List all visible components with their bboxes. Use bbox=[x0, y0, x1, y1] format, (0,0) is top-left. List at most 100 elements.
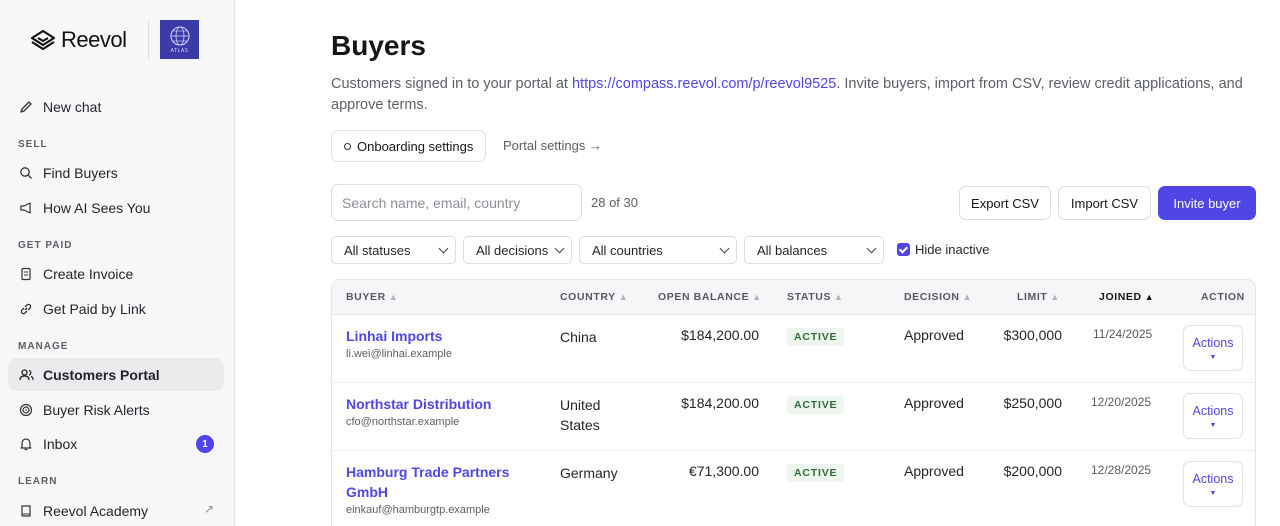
open-balance-cell: $184,200.00 bbox=[681, 395, 759, 411]
section-label-manage: MANAGE bbox=[18, 341, 69, 352]
header-label: COUNTRY bbox=[560, 291, 616, 303]
megaphone-icon bbox=[18, 200, 34, 216]
page-subtitle: Customers signed in to your portal at ht… bbox=[331, 74, 1261, 116]
results-count: 28 of 30 bbox=[591, 195, 638, 210]
joined-cell: 12/20/2025 bbox=[1091, 395, 1152, 409]
decision-cell: Approved bbox=[904, 463, 964, 479]
buyers-table: BUYER ▲ COUNTRY ▲ OPEN BALANCE ▲ STATUS ▲ DE… bbox=[331, 279, 1256, 526]
sidebar-item-label: Inbox bbox=[43, 435, 78, 452]
page-title: Buyers bbox=[331, 30, 426, 61]
subtitle-text: Customers signed in to your portal at bbox=[331, 76, 572, 92]
sidebar-item-inbox[interactable]: Inbox 1 bbox=[8, 427, 224, 460]
link-icon bbox=[18, 301, 34, 317]
actions-button[interactable]: Actions ▼ bbox=[1183, 393, 1243, 439]
header-label: OPEN BALANCE bbox=[658, 291, 750, 303]
sidebar-item-find-buyers[interactable]: Find Buyers bbox=[8, 156, 224, 189]
sidebar: Reevol ATLAS New chat SELL Find Buyers H… bbox=[0, 0, 235, 526]
partner-logo-text: ATLAS bbox=[170, 48, 189, 54]
sidebar-item-label: Create Invoice bbox=[43, 265, 134, 282]
sort-icon: ▲ bbox=[388, 292, 399, 302]
column-header-joined[interactable]: JOINED ▲ bbox=[1099, 291, 1154, 303]
country-filter-select[interactable]: All countries bbox=[579, 236, 737, 264]
hide-inactive-label[interactable]: Hide inactive bbox=[915, 242, 989, 257]
status-badge: ACTIVE bbox=[787, 396, 845, 414]
header-label: JOINED bbox=[1099, 291, 1142, 303]
section-label-sell: SELL bbox=[18, 139, 48, 150]
sidebar-item-get-paid-by-link[interactable]: Get Paid by Link bbox=[8, 292, 224, 325]
document-icon bbox=[18, 266, 34, 282]
sidebar-item-label: Buyer Risk Alerts bbox=[43, 401, 150, 418]
buyer-email: li.wei@linhai.example bbox=[346, 348, 452, 360]
actions-button-label: Actions bbox=[1192, 403, 1234, 418]
column-header-open-balance[interactable]: OPEN BALANCE ▲ bbox=[658, 291, 762, 303]
section-label-get-paid: GET PAID bbox=[18, 240, 73, 251]
actions-button-label: Actions bbox=[1192, 335, 1234, 350]
brand-name: Reevol bbox=[61, 27, 127, 52]
reevol-logo-icon bbox=[31, 30, 55, 50]
buyer-name-link[interactable]: Northstar Distribution bbox=[346, 394, 491, 414]
bell-icon bbox=[18, 436, 34, 452]
header-label: STATUS bbox=[787, 291, 832, 303]
sort-icon: ▲ bbox=[1050, 292, 1060, 302]
sort-icon: ▲ bbox=[618, 292, 629, 302]
decision-cell: Approved bbox=[904, 327, 964, 343]
header-label: DECISION bbox=[904, 291, 960, 303]
decision-filter-select[interactable]: All decisions bbox=[463, 236, 572, 264]
buyer-cell: Northstar Distribution cfo@northstar.exa… bbox=[346, 394, 491, 428]
table-header: BUYER ▲ COUNTRY ▲ OPEN BALANCE ▲ STATUS ▲ DE… bbox=[332, 280, 1255, 315]
sidebar-item-label: Find Buyers bbox=[43, 164, 118, 181]
status-filter-select[interactable]: All statuses bbox=[331, 236, 456, 264]
invite-buyer-button[interactable]: Invite buyer bbox=[1158, 186, 1256, 220]
country-cell: Germany bbox=[560, 465, 618, 481]
section-label-learn: LEARN bbox=[18, 476, 58, 487]
buyer-name-link[interactable]: Linhai Imports bbox=[346, 326, 452, 346]
column-header-decision[interactable]: DECISION ▲ bbox=[904, 291, 972, 303]
sidebar-item-new-chat[interactable]: New chat bbox=[8, 90, 224, 123]
limit-cell: $300,000 bbox=[1003, 327, 1062, 343]
actions-button[interactable]: Actions ▼ bbox=[1183, 461, 1243, 507]
hide-inactive-checkbox[interactable] bbox=[897, 243, 910, 256]
buyer-email: einkauf@hamburgtp.example bbox=[346, 504, 490, 516]
search-icon bbox=[18, 165, 34, 181]
pencil-icon bbox=[18, 99, 34, 115]
column-header-limit[interactable]: LIMIT ▲ bbox=[1017, 291, 1060, 303]
export-csv-button[interactable]: Export CSV bbox=[959, 186, 1051, 220]
country-filter-value: All countries bbox=[592, 242, 663, 258]
chevron-down-icon bbox=[719, 243, 730, 254]
sidebar-item-label: Reevol Academy bbox=[43, 502, 149, 519]
sidebar-item-label: Get Paid by Link bbox=[43, 300, 146, 317]
balance-filter-value: All balances bbox=[757, 242, 828, 258]
column-header-status[interactable]: STATUS ▲ bbox=[787, 291, 844, 303]
buyer-name-link[interactable]: Hamburg Trade Partners GmbH bbox=[346, 462, 526, 502]
portal-url-link[interactable]: https://compass.reevol.com/p/reevol9525 bbox=[572, 76, 836, 92]
sort-icon: ▲ bbox=[962, 292, 973, 302]
decision-filter-value: All decisions bbox=[476, 242, 549, 258]
caret-down-icon: ▼ bbox=[1209, 489, 1217, 497]
partner-logo: ATLAS bbox=[160, 20, 199, 59]
brand-logo[interactable]: Reevol bbox=[31, 20, 127, 60]
balance-filter-select[interactable]: All balances bbox=[744, 236, 884, 264]
header-label: ACTION bbox=[1201, 291, 1245, 303]
sidebar-item-customers-portal[interactable]: Customers Portal bbox=[8, 358, 224, 391]
header-label: BUYER bbox=[346, 291, 386, 303]
column-header-buyer[interactable]: BUYER ▲ bbox=[346, 291, 398, 303]
buyer-cell: Hamburg Trade Partners GmbH einkauf@hamb… bbox=[346, 462, 546, 516]
sidebar-item-buyer-risk-alerts[interactable]: Buyer Risk Alerts bbox=[8, 393, 224, 426]
brand-divider bbox=[148, 20, 149, 60]
sort-icon: ▲ bbox=[752, 292, 762, 302]
sidebar-item-how-ai-sees-you[interactable]: How AI Sees You bbox=[8, 191, 224, 224]
portal-settings-link[interactable]: Portal settings → bbox=[503, 138, 602, 153]
open-balance-cell: €71,300.00 bbox=[688, 463, 759, 479]
sidebar-item-reevol-academy[interactable]: Reevol Academy ↗ bbox=[8, 494, 224, 526]
search-input[interactable] bbox=[331, 184, 582, 221]
import-csv-button[interactable]: Import CSV bbox=[1058, 186, 1151, 220]
target-icon bbox=[18, 402, 34, 418]
column-header-country[interactable]: COUNTRY ▲ bbox=[560, 291, 628, 303]
limit-cell: $250,000 bbox=[1003, 395, 1062, 411]
actions-button[interactable]: Actions ▼ bbox=[1183, 325, 1243, 371]
chevron-down-icon bbox=[866, 243, 877, 254]
country-cell: United States bbox=[560, 397, 601, 433]
sidebar-item-create-invoice[interactable]: Create Invoice bbox=[8, 257, 224, 290]
onboarding-settings-button[interactable]: Onboarding settings bbox=[331, 130, 487, 162]
status-filter-value: All statuses bbox=[344, 242, 411, 258]
